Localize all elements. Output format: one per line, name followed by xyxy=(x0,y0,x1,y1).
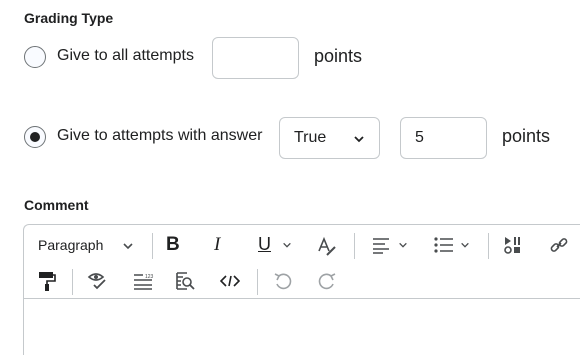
align-icon[interactable] xyxy=(371,236,391,254)
block-format-select[interactable]: Paragraph xyxy=(38,237,103,253)
comment-text-area[interactable] xyxy=(24,299,580,356)
comment-heading: Comment xyxy=(24,197,89,213)
chevron-down-icon[interactable] xyxy=(398,240,408,250)
redo-icon[interactable] xyxy=(317,272,337,292)
answer-select-value: True xyxy=(294,129,327,146)
svg-text:123: 123 xyxy=(145,274,154,280)
comment-editor[interactable]: Paragraph B I U 123 xyxy=(23,224,580,355)
radio-label-attempts-with-answer: Give to attempts with answer xyxy=(57,127,263,144)
radio-give-to-all-attempts[interactable] xyxy=(24,46,46,68)
chevron-down-icon xyxy=(122,240,134,252)
toolbar-divider xyxy=(72,269,73,295)
insert-media-icon[interactable] xyxy=(503,235,523,255)
toolbar-divider xyxy=(257,269,258,295)
block-format-label: Paragraph xyxy=(38,237,104,253)
underline-icon[interactable]: U xyxy=(258,234,271,255)
toolbar-divider xyxy=(152,233,153,259)
italic-icon[interactable]: I xyxy=(214,234,220,256)
points-with-answer-input[interactable]: 5 xyxy=(400,117,487,159)
link-icon[interactable] xyxy=(549,235,569,255)
accessibility-checker-icon[interactable] xyxy=(87,271,109,291)
grading-type-heading: Grading Type xyxy=(24,10,114,26)
points-label-all: points xyxy=(314,46,363,66)
radio-label-all-attempts: Give to all attempts xyxy=(57,47,194,64)
chevron-down-icon xyxy=(353,132,365,150)
points-label-answer: points xyxy=(502,126,551,146)
bold-icon[interactable]: B xyxy=(166,234,180,256)
undo-icon[interactable] xyxy=(273,272,293,292)
text-color-icon[interactable] xyxy=(315,235,337,257)
format-painter-icon[interactable] xyxy=(37,270,57,292)
chevron-down-icon[interactable] xyxy=(282,240,292,250)
radio-give-to-attempts-with-answer[interactable] xyxy=(24,126,46,148)
preview-icon[interactable] xyxy=(175,271,195,291)
answer-select[interactable]: True xyxy=(279,117,380,159)
chevron-down-icon[interactable] xyxy=(460,240,470,250)
source-code-icon[interactable] xyxy=(220,274,240,288)
toolbar-divider xyxy=(488,233,489,259)
radio-selected-dot xyxy=(30,132,40,142)
word-count-icon[interactable]: 123 xyxy=(132,272,154,290)
bullet-list-icon[interactable] xyxy=(433,236,455,254)
points-all-attempts-input[interactable] xyxy=(212,37,299,79)
toolbar-divider xyxy=(354,233,355,259)
